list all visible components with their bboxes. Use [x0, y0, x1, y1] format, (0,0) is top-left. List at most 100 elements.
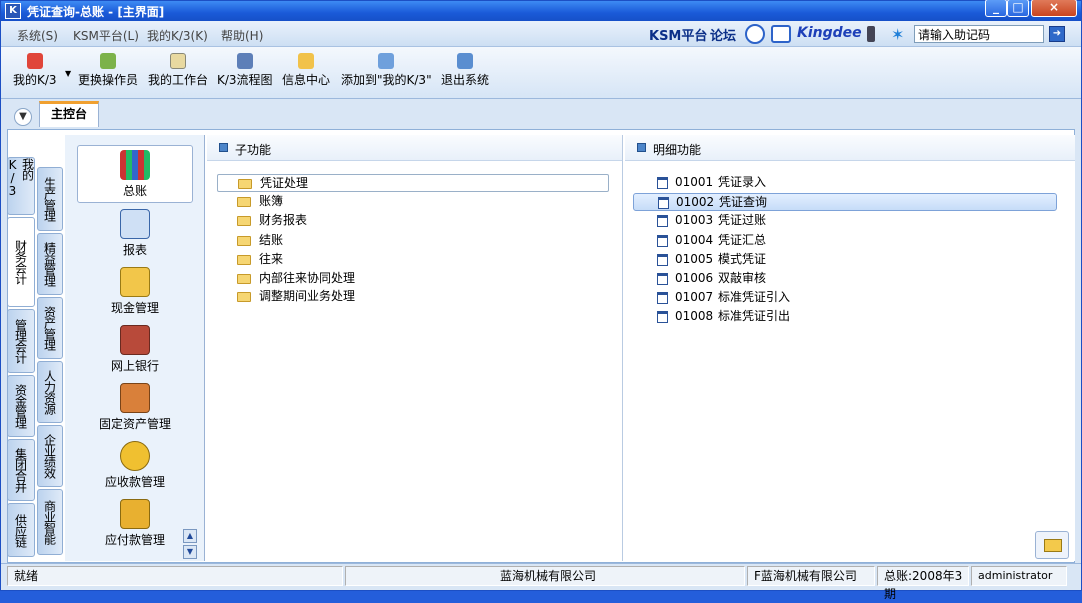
module-cash[interactable]: 现金管理 — [77, 263, 193, 321]
toolbar-label: 更换操作员 — [78, 73, 139, 87]
spark-icon: ✶ — [891, 25, 905, 44]
exit-icon — [457, 53, 473, 69]
toolbar-flowchart[interactable]: K/3流程图 — [217, 53, 273, 88]
toolbar-switch-operator[interactable]: 更换操作员 — [78, 53, 138, 88]
detail-item[interactable]: 01004 凭证汇总 — [633, 232, 1057, 250]
subfunction-item[interactable]: 内部往来协同处理 — [217, 270, 609, 288]
module-general-ledger[interactable]: 总账 — [77, 145, 193, 203]
edit-add-icon — [378, 53, 395, 69]
module-label: 现金管理 — [110, 301, 159, 315]
status-bar: 就绪 蓝海机械有限公司 F蓝海机械有限公司 总账:2008年3期 adminis… — [1, 563, 1081, 601]
menu-my-k3[interactable]: 我的K/3(K) — [147, 27, 208, 44]
vtab-supply-chain[interactable]: 供应链 — [7, 503, 35, 557]
toolbar-label: 我的工作台 — [148, 73, 209, 87]
module-receivables[interactable]: 应收款管理 — [77, 437, 193, 495]
bank-icon — [120, 325, 150, 355]
vtab-financial-accounting[interactable]: 财务会计 — [7, 217, 35, 307]
vtab-lean[interactable]: 精益管理 — [37, 233, 63, 295]
detail-header: 明细功能 — [625, 135, 1075, 161]
detail-item[interactable]: 01006 双敲审核 — [633, 270, 1057, 288]
vtab-production[interactable]: 生产管理 — [37, 167, 63, 231]
ledger-books-icon — [120, 150, 150, 180]
search-input[interactable] — [914, 25, 1044, 43]
dropdown-arrow-icon[interactable]: ▼ — [65, 69, 71, 78]
toolbar-info-center[interactable]: 信息中心 — [282, 53, 330, 88]
flowchart-icon — [236, 53, 253, 69]
maximize-button[interactable]: □ — [1007, 0, 1029, 17]
vtab-my-k3[interactable]: 我的K/3 — [6, 157, 35, 215]
tab-row: ▼ 主控台 — [1, 99, 1081, 129]
document-icon — [657, 177, 668, 189]
subfunction-item[interactable]: 财务报表 — [217, 212, 609, 230]
detail-item[interactable]: 01005 模式凭证 — [633, 251, 1057, 269]
document-icon — [657, 311, 668, 323]
vtab-bi[interactable]: 商业智能 — [37, 489, 63, 555]
subfunction-item[interactable]: 调整期间业务处理 — [217, 288, 609, 306]
vtab-performance[interactable]: 企业绩效 — [37, 425, 63, 487]
status-period: 总账:2008年3期 — [877, 566, 969, 601]
vtab-hr[interactable]: 人力资源 — [37, 361, 63, 423]
title-bar[interactable]: K 凭证查询-总账 - [主界面] _ □ × — [1, 0, 1081, 21]
vtab-management-accounting[interactable]: 管理会计 — [7, 309, 35, 373]
module-label: 应收款管理 — [104, 475, 165, 489]
scroll-down-button[interactable]: ▼ — [183, 545, 197, 559]
toolbar-label: 添加到"我的K/3" — [341, 73, 432, 87]
detail-item[interactable]: 01001 凭证录入 — [633, 174, 1057, 192]
detail-item[interactable]: 01007 标准凭证引入 — [633, 289, 1057, 307]
scroll-up-button[interactable]: ▲ — [183, 529, 197, 543]
module-panel: 总账 报表 现金管理 网上银行 固定资产管理 应收款管理 应付款管理 ▲ ▼ — [65, 135, 205, 561]
module-payables[interactable]: 应付款管理 — [77, 495, 193, 553]
subfunction-item[interactable]: 结账 — [217, 232, 609, 250]
forum-link[interactable]: 论坛 — [710, 25, 736, 44]
detail-item-selected[interactable]: 01002 凭证查询 — [633, 193, 1057, 211]
star-icon — [26, 53, 43, 69]
detail-item[interactable]: 01003 凭证过账 — [633, 212, 1057, 230]
subfunction-header: 子功能 — [207, 135, 622, 161]
app-logo-icon: K — [5, 3, 21, 19]
menu-help[interactable]: 帮助(H) — [221, 27, 263, 44]
toolbar-add-to-my-k3[interactable]: 添加到"我的K/3" — [341, 53, 432, 88]
category-tabs-left: 我的K/3 财务会计 管理会计 资金管理 集团合并 供应链 — [6, 157, 35, 561]
users-icon — [100, 53, 116, 69]
subfunction-item[interactable]: 账簿 — [217, 193, 609, 211]
truck-icon — [120, 383, 150, 413]
square-bullet-icon — [637, 143, 646, 152]
toolbar-exit[interactable]: 退出系统 — [441, 53, 489, 88]
module-online-bank[interactable]: 网上银行 — [77, 321, 193, 379]
go-button[interactable]: ➜ — [1049, 26, 1065, 42]
ksm-platform-link[interactable]: KSM平台 — [649, 25, 707, 44]
toolbar-label: 信息中心 — [282, 73, 331, 87]
status-account-set: F蓝海机械有限公司 — [747, 566, 875, 586]
document-icon — [657, 273, 668, 285]
close-button[interactable]: × — [1031, 0, 1077, 17]
panel-title: 子功能 — [235, 143, 272, 157]
vtab-assets[interactable]: 资产管理 — [37, 297, 63, 359]
subfunction-item[interactable]: 凭证处理 — [217, 174, 609, 192]
toolbar-my-k3[interactable]: 我的K/3 — [13, 53, 57, 88]
minimize-button[interactable]: _ — [985, 0, 1007, 17]
panel-title: 明细功能 — [653, 143, 702, 157]
message-icon[interactable] — [771, 25, 791, 43]
module-fixed-assets[interactable]: 固定资产管理 — [77, 379, 193, 437]
folder-icon — [237, 274, 251, 284]
chevron-down-icon[interactable]: ▼ — [14, 108, 32, 126]
folder-icon — [237, 292, 251, 302]
menu-ksm[interactable]: KSM平台(L) — [73, 27, 139, 44]
smiley-icon[interactable] — [745, 24, 765, 44]
module-label: 报表 — [122, 243, 147, 257]
vtab-fund-management[interactable]: 资金管理 — [7, 375, 35, 437]
tab-main-console[interactable]: 主控台 — [39, 101, 99, 127]
subfunction-item[interactable]: 往来 — [217, 251, 609, 269]
mobile-icon[interactable] — [867, 26, 875, 42]
toolbar-label: 我的K/3 — [13, 73, 57, 87]
folder-open-icon — [238, 179, 252, 189]
vtab-group-consolidation[interactable]: 集团合并 — [7, 439, 35, 501]
chat-icon — [298, 53, 314, 69]
toolbar: 我的K/3 ▼ 更换操作员 我的工作台 K/3流程图 信息中心 添加到"我的K/… — [1, 47, 1081, 99]
toolbar-my-workbench[interactable]: 我的工作台 — [148, 53, 208, 88]
document-icon — [657, 292, 668, 304]
menu-system[interactable]: 系统(S) — [17, 27, 58, 44]
detail-item[interactable]: 01008 标准凭证引出 — [633, 308, 1057, 326]
mail-icon[interactable] — [1035, 531, 1069, 559]
module-reports[interactable]: 报表 — [77, 205, 193, 263]
